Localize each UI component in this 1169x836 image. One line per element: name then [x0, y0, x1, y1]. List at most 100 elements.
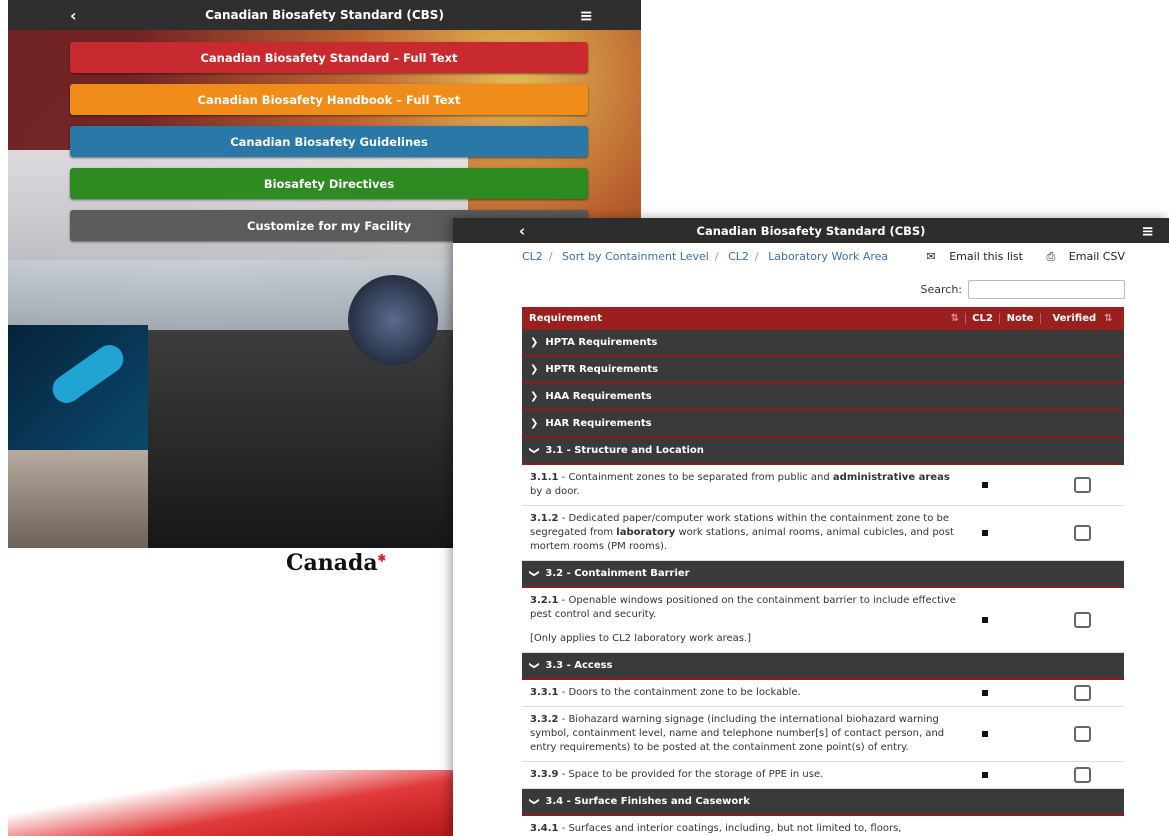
section-3-3[interactable]: ❯ 3.3 - Access — [522, 653, 1124, 680]
cbh-full-text-button[interactable]: Canadian Biosafety Handbook – Full Text — [70, 84, 588, 115]
requirement-text: - Surfaces and interior coatings, includ… — [558, 823, 902, 834]
section-3-4[interactable]: ❯ 3.4 - Surface Finishes and Casework — [522, 789, 1124, 816]
verified-checkbox[interactable] — [1074, 726, 1091, 742]
chevron-down-icon: ❯ — [528, 446, 540, 455]
table-row: 3.4.1 - Surfaces and interior coatings, … — [522, 816, 1124, 836]
email-actions: ✉ Email this list ⎙ Email CSV — [907, 250, 1125, 264]
cl2-cell — [968, 588, 1001, 652]
breadcrumb-cl2-level[interactable]: CL2 — [728, 250, 749, 263]
left-app-title: Canadian Biosafety Standard (CBS) — [205, 8, 444, 22]
menu-icon[interactable]: ≡ — [580, 6, 593, 25]
requirement-note: [Only applies to CL2 laboratory work are… — [530, 633, 752, 644]
breadcrumb: CL2 / Sort by Containment Level / CL2 / Lab… — [522, 250, 888, 264]
group-har[interactable]: ❯ HAR Requirements — [522, 411, 1124, 438]
note-cell[interactable] — [1001, 465, 1041, 505]
breadcrumb-separator: / — [548, 250, 553, 263]
group-label: HAA Requirements — [545, 391, 652, 402]
header-requirement[interactable]: Requirement ⇅ — [522, 313, 966, 324]
flag-icon: ✱ — [377, 553, 387, 565]
section-title: 3.3 - Access — [545, 660, 613, 671]
requirement-text: - Doors to the containment zone to be lo… — [558, 687, 801, 698]
chevron-right-icon: ❯ — [530, 418, 539, 429]
hero-virus — [348, 275, 438, 365]
requirement-number: 3.4.1 — [530, 823, 559, 834]
note-cell[interactable] — [1001, 707, 1041, 761]
verified-cell — [1041, 680, 1124, 706]
cl2-cell — [968, 680, 1001, 706]
verified-checkbox[interactable] — [1074, 477, 1091, 493]
breadcrumb-separator: / — [714, 250, 719, 263]
left-top-bar: ‹ Canadian Biosafety Standard (CBS) ≡ — [8, 0, 641, 30]
section-title: 3.1 - Structure and Location — [545, 445, 704, 456]
csv-file-icon: ⎙ — [1046, 250, 1056, 263]
requirement-text: - Biohazard warning signage (including t… — [530, 714, 945, 753]
header-verified[interactable]: Verified ⇅ — [1041, 313, 1124, 324]
breadcrumb-cl2[interactable]: CL2 — [522, 250, 543, 263]
breadcrumb-row: CL2 / Sort by Containment Level / CL2 / Lab… — [522, 250, 1125, 264]
requirement-number: 3.3.9 — [530, 769, 559, 780]
requirement-text: - Space to be provided for the storage o… — [558, 769, 824, 780]
canada-wordmark-text: Canada — [286, 550, 378, 576]
requirement-text: - Containment zones to be separated from… — [558, 472, 833, 483]
cl2-cell — [968, 816, 1001, 836]
verified-cell — [1041, 588, 1124, 652]
table-header: Requirement ⇅ CL2 Note Verified ⇅ — [522, 307, 1124, 330]
back-icon[interactable]: ‹ — [70, 6, 77, 25]
cl2-cell — [968, 762, 1001, 788]
table-row: 3.3.2 - Biohazard warning signage (inclu… — [522, 707, 1124, 762]
requirements-table: Requirement ⇅ CL2 Note Verified ⇅ ❯ HPTA Re… — [522, 307, 1124, 836]
right-app-title: Canadian Biosafety Standard (CBS) — [696, 223, 926, 238]
section-title: 3.2 - Containment Barrier — [545, 568, 690, 579]
biosafety-guidelines-button[interactable]: Canadian Biosafety Guidelines — [70, 126, 588, 157]
requirement-text: - Openable windows positioned on the con… — [530, 595, 956, 620]
group-hptr[interactable]: ❯ HPTR Requirements — [522, 357, 1124, 384]
group-label: HPTA Requirements — [545, 337, 658, 348]
group-hpta[interactable]: ❯ HPTA Requirements — [522, 330, 1124, 357]
note-cell[interactable] — [1001, 680, 1041, 706]
section-title: 3.4 - Surface Finishes and Casework — [545, 796, 750, 807]
group-haa[interactable]: ❯ HAA Requirements — [522, 384, 1124, 411]
chevron-right-icon: ❯ — [530, 391, 539, 402]
email-list-button[interactable]: ✉ Email this list — [917, 250, 1023, 263]
table-row: 3.3.9 - Space to be provided for the sto… — [522, 762, 1124, 789]
verified-checkbox[interactable] — [1074, 525, 1091, 541]
verified-checkbox[interactable] — [1074, 685, 1091, 701]
requirement-bold-term[interactable]: laboratory — [616, 527, 675, 538]
requirement-cell: 3.3.1 - Doors to the containment zone to… — [522, 680, 968, 706]
requirement-cell: 3.1.1 - Containment zones to be separate… — [522, 465, 968, 505]
email-csv-button[interactable]: ⎙ Email CSV — [1036, 250, 1125, 263]
applies-marker-icon — [981, 530, 988, 536]
back-icon[interactable]: ‹ — [519, 222, 525, 240]
menu-icon[interactable]: ≡ — [1141, 222, 1154, 240]
note-cell[interactable] — [1001, 588, 1041, 652]
requirement-cell: 3.3.2 - Biohazard warning signage (inclu… — [522, 707, 968, 761]
cl2-cell — [968, 707, 1001, 761]
cbs-full-text-button[interactable]: Canadian Biosafety Standard – Full Text — [70, 42, 588, 73]
email-list-label: Email this list — [949, 250, 1023, 263]
breadcrumb-sort[interactable]: Sort by Containment Level — [562, 250, 709, 263]
sort-icon: ⇅ — [1104, 313, 1113, 324]
header-verified-label: Verified — [1052, 313, 1097, 324]
verified-checkbox[interactable] — [1074, 767, 1091, 783]
section-3-1[interactable]: ❯ 3.1 - Structure and Location — [522, 438, 1124, 465]
biosafety-directives-button[interactable]: Biosafety Directives — [70, 168, 588, 199]
note-cell[interactable] — [1001, 762, 1041, 788]
verified-checkbox[interactable] — [1074, 612, 1091, 628]
verified-cell — [1041, 707, 1124, 761]
hero-mouse-photo — [8, 450, 148, 548]
search-row: Search: — [921, 280, 1125, 299]
verified-cell — [1041, 816, 1124, 836]
requirement-number: 3.1.1 — [530, 472, 559, 483]
requirement-bold-term[interactable]: administrative areas — [833, 472, 950, 483]
email-icon: ✉ — [926, 250, 936, 263]
search-input[interactable] — [968, 280, 1125, 299]
note-cell[interactable] — [1001, 506, 1041, 560]
right-top-bar: ‹ Canadian Biosafety Standard (CBS) ≡ — [453, 218, 1169, 243]
note-cell[interactable] — [1001, 816, 1041, 836]
table-row: 3.3.1 - Doors to the containment zone to… — [522, 680, 1124, 707]
right-screen: ‹ Canadian Biosafety Standard (CBS) ≡ CL… — [453, 218, 1169, 836]
section-3-2[interactable]: ❯ 3.2 - Containment Barrier — [522, 561, 1124, 588]
table-row: 3.1.2 - Dedicated paper/computer work st… — [522, 506, 1124, 561]
breadcrumb-lab-area[interactable]: Laboratory Work Area — [768, 250, 888, 263]
chevron-right-icon: ❯ — [530, 337, 539, 348]
